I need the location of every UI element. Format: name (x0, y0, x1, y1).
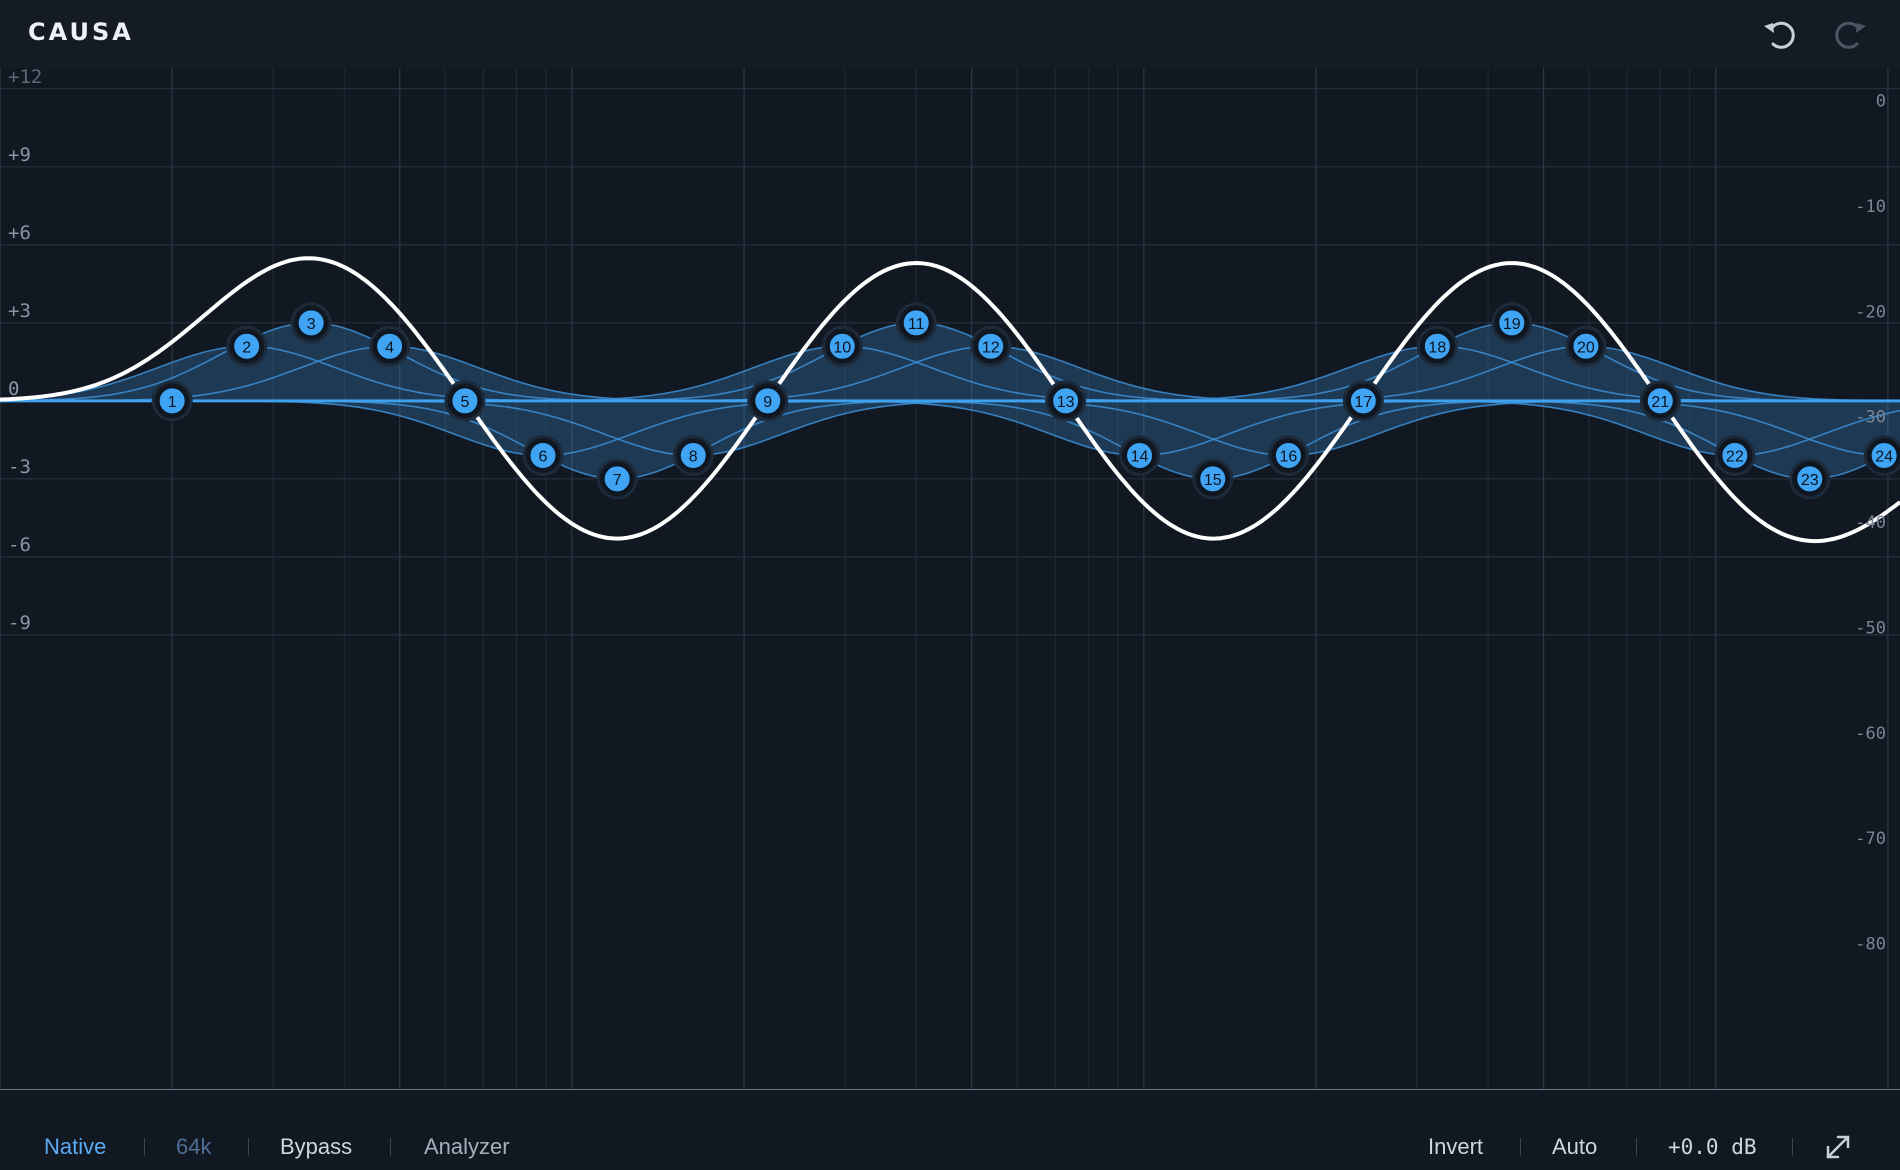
node-label: 16 (1280, 448, 1298, 465)
gain-label: -6 (8, 534, 31, 556)
grid (0, 68, 1900, 1090)
eq-node-9[interactable]: 9 (747, 380, 789, 422)
analyzer-db-label: -80 (1855, 934, 1886, 954)
node-label: 12 (982, 339, 1000, 356)
top-bar: CAUSA (0, 0, 1900, 68)
node-label: 22 (1726, 448, 1744, 465)
gain-label: +12 (8, 68, 42, 88)
node-label: 11 (908, 316, 925, 333)
node-label: 1 (168, 394, 177, 411)
analyzer-db-label: -50 (1855, 618, 1886, 638)
eq-node-12[interactable]: 12 (970, 325, 1012, 367)
node-label: 18 (1428, 339, 1446, 356)
eq-node-6[interactable]: 6 (522, 434, 564, 476)
analyzer-db-label: -60 (1855, 724, 1886, 744)
analyzer-db-label: -20 (1855, 302, 1886, 322)
divider (248, 1138, 249, 1156)
eq-node-7[interactable]: 7 (596, 458, 638, 500)
divider (1792, 1138, 1793, 1156)
sample-rate-button[interactable]: 64k (176, 1124, 211, 1170)
node-label: 17 (1354, 394, 1372, 411)
divider (1636, 1138, 1637, 1156)
gain-label: +3 (8, 300, 31, 322)
analyzer-db-label: -40 (1855, 513, 1886, 533)
eq-node-14[interactable]: 14 (1119, 434, 1161, 476)
bypass-button[interactable]: Bypass (280, 1124, 352, 1170)
node-label: 23 (1801, 472, 1819, 489)
undo-icon (1764, 21, 1795, 49)
analyzer-db-label: 0 (1876, 92, 1886, 112)
axis-labels: +12 +9 +6 +3 0 -3 -6 -9 0 -10 -20 -30 -40 -50 -60 -70 -8… (8, 68, 1886, 954)
eq-node-23[interactable]: 23 (1789, 458, 1831, 500)
eq-node-10[interactable]: 10 (821, 325, 863, 367)
eq-node-15[interactable]: 15 (1192, 458, 1234, 500)
native-mode-button[interactable]: Native (44, 1124, 106, 1170)
redo-icon (1835, 21, 1866, 49)
gain-label: -3 (8, 456, 31, 478)
node-label: 3 (307, 316, 316, 333)
divider (390, 1138, 391, 1156)
eq-node-21[interactable]: 21 (1639, 380, 1681, 422)
analyzer-db-label: -30 (1855, 408, 1886, 428)
node-label: 24 (1875, 448, 1893, 465)
gain-label: +6 (8, 222, 31, 244)
node-label: 15 (1204, 472, 1222, 489)
eq-node-2[interactable]: 2 (226, 325, 268, 367)
eq-node-19[interactable]: 19 (1491, 302, 1533, 344)
auto-button[interactable]: Auto (1552, 1124, 1597, 1170)
eq-node-17[interactable]: 17 (1342, 380, 1384, 422)
eq-node-1[interactable]: 1 (151, 380, 193, 422)
node-label: 20 (1577, 339, 1595, 356)
node-label: 2 (242, 339, 251, 356)
node-label: 21 (1651, 394, 1669, 411)
undo-button[interactable] (1758, 12, 1804, 56)
node-label: 4 (385, 339, 394, 356)
node-label: 6 (539, 448, 548, 465)
redo-button[interactable] (1826, 12, 1872, 56)
divider (144, 1138, 145, 1156)
gain-label: +9 (8, 144, 31, 166)
node-label: 7 (613, 472, 622, 489)
app-title: CAUSA (28, 18, 134, 46)
bottom-bar: Native 64k Bypass Analyzer Invert Auto +… (0, 1124, 1900, 1170)
eq-node-4[interactable]: 4 (369, 325, 411, 367)
eq-node-3[interactable]: 3 (290, 302, 332, 344)
eq-node-8[interactable]: 8 (672, 434, 714, 476)
analyzer-button[interactable]: Analyzer (424, 1124, 510, 1170)
divider (1520, 1138, 1521, 1156)
node-label: 10 (833, 339, 851, 356)
eq-graph[interactable]: 123456789101112131415161718192021222324 … (0, 68, 1900, 1090)
gain-label: 0 (8, 378, 19, 400)
node-label: 9 (763, 394, 772, 411)
band-curves (0, 322, 1900, 480)
eq-node-5[interactable]: 5 (444, 380, 486, 422)
eq-node-13[interactable]: 13 (1045, 380, 1087, 422)
node-label: 14 (1131, 448, 1149, 465)
node-label: 13 (1057, 394, 1075, 411)
eq-node-16[interactable]: 16 (1267, 434, 1309, 476)
invert-button[interactable]: Invert (1428, 1124, 1483, 1170)
analyzer-db-label: -10 (1855, 197, 1886, 217)
analyzer-db-label: -70 (1855, 829, 1886, 849)
eq-node-20[interactable]: 20 (1565, 325, 1607, 367)
expand-button[interactable] (1824, 1133, 1852, 1161)
node-label: 19 (1503, 316, 1521, 333)
eq-node-18[interactable]: 18 (1416, 325, 1458, 367)
output-gain-readout[interactable]: +0.0 dB (1668, 1124, 1757, 1170)
gain-label: -9 (8, 612, 31, 634)
expand-icon (1826, 1135, 1850, 1159)
node-label: 8 (689, 448, 698, 465)
eq-node-24[interactable]: 24 (1863, 434, 1900, 476)
eq-node-22[interactable]: 22 (1714, 434, 1756, 476)
eq-node-11[interactable]: 11 (895, 302, 937, 344)
node-label: 5 (460, 394, 469, 411)
